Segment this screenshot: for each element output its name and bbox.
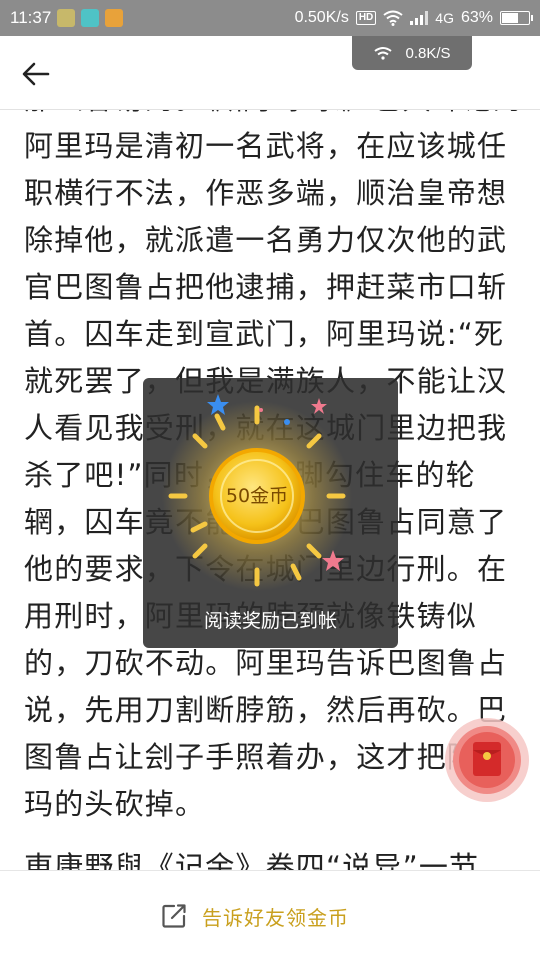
bottom-action-bar: 告诉好友领金币 [0,870,540,960]
red-envelope-icon [445,718,529,802]
network-speed-overlay: 0.8K/S [352,36,472,70]
reading-reward-toast: 50金币 阅读奖励已到帐 [143,378,398,648]
wifi-icon [383,10,403,26]
scan-app-icon [81,9,100,27]
wifi-icon [374,47,393,60]
arrow-left-icon [22,62,50,86]
net-speed: 0.50K/s [294,9,349,26]
network-type: 4G [435,10,454,26]
speed-value: 0.8K/S [405,44,451,62]
share-to-friends-button[interactable]: 告诉好友领金币 [160,893,390,939]
share-label: 告诉好友领金币 [202,905,349,930]
battery-percent: 63% [460,9,493,26]
battery-icon [500,11,533,25]
red-packet-button[interactable] [441,716,533,804]
status-bar: 11:37 0.50K/s HD 4G 63% [0,0,540,36]
reward-message: 阅读奖励已到帐 [203,610,337,632]
article-paragraph: 東康野與《记余》卷四“说异”一节，记 [24,850,510,870]
signal-icon [410,11,429,25]
wechat-pay-icon [57,9,76,27]
coin-amount-label: 50金币 [225,485,289,507]
share-edit-icon [162,904,186,928]
hd-icon: HD [355,11,377,25]
status-time: 11:37 [10,8,52,27]
back-button[interactable] [14,56,58,92]
reader-app-icon [105,9,124,27]
